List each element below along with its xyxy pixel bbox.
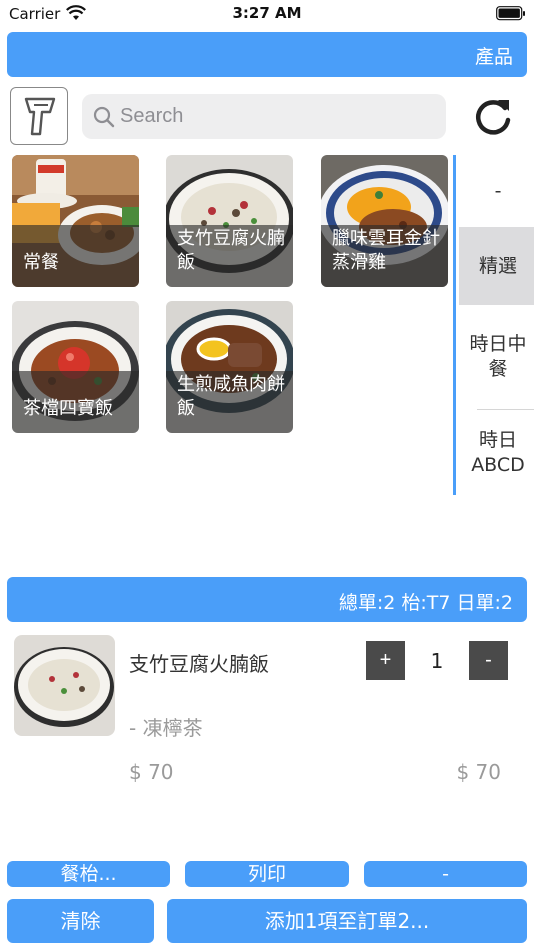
product-card[interactable]: 茶檔四寶飯 (12, 301, 139, 433)
header-bar: 產品 (7, 32, 527, 77)
barcode-scanner-icon (24, 97, 56, 136)
search-bar[interactable] (82, 94, 446, 139)
more-button[interactable]: - (364, 861, 527, 887)
barcode-scanner-button[interactable] (10, 87, 68, 145)
search-icon (93, 106, 115, 128)
order-item-name: 支竹豆腐火腩飯 (129, 652, 269, 676)
print-button[interactable]: 列印 (185, 861, 349, 887)
product-card[interactable]: 臘味雲耳金針蒸滑雞 (321, 155, 448, 287)
search-input[interactable] (120, 100, 430, 132)
category-sidebar: - 精選 時日中餐 時日ABCD (453, 155, 534, 495)
product-name: 常餐 (23, 252, 59, 273)
page-title: 產品 (474, 46, 513, 68)
product-name: 生煎咸魚肉餅飯 (177, 374, 285, 419)
order-summary-bar: 總單:2 枱:T7 日單:2 (7, 577, 527, 622)
unit-price: $ 70 (129, 760, 174, 784)
category-item[interactable]: - (459, 155, 534, 227)
product-name: 支竹豆腐火腩飯 (177, 228, 285, 273)
table-select-button[interactable]: 餐枱... (7, 861, 170, 887)
add-to-order-button[interactable]: 添加1項至訂單2... (167, 899, 527, 943)
clock: 3:27 AM (232, 4, 302, 22)
product-card[interactable]: 支竹豆腐火腩飯 (166, 155, 293, 287)
product-card[interactable]: 生煎咸魚肉餅飯 (166, 301, 293, 433)
order-summary: 總單:2 枱:T7 日單:2 (338, 592, 513, 614)
refresh-button[interactable] (472, 96, 514, 138)
decrease-quantity-button[interactable]: - (469, 641, 508, 680)
category-item-selected[interactable]: 精選 (459, 227, 534, 305)
product-name: 茶檔四寶飯 (23, 398, 113, 419)
clear-button[interactable]: 清除 (7, 899, 154, 943)
refresh-icon (476, 100, 511, 135)
category-item[interactable]: 時日ABCD (459, 410, 534, 495)
category-item[interactable]: 時日中餐 (459, 305, 534, 409)
product-card[interactable]: 常餐 (12, 155, 139, 287)
quantity-value: 1 (430, 649, 444, 673)
order-item-option: - 凍檸茶 (129, 716, 203, 740)
increase-quantity-button[interactable]: + (366, 641, 405, 680)
line-total: $ 70 (456, 760, 501, 784)
battery-icon (496, 6, 525, 21)
status-bar: Carrier 3:27 AM (0, 0, 534, 30)
order-item-photo (14, 635, 115, 736)
food-photo (14, 635, 115, 736)
product-name: 臘味雲耳金針蒸滑雞 (332, 228, 440, 273)
